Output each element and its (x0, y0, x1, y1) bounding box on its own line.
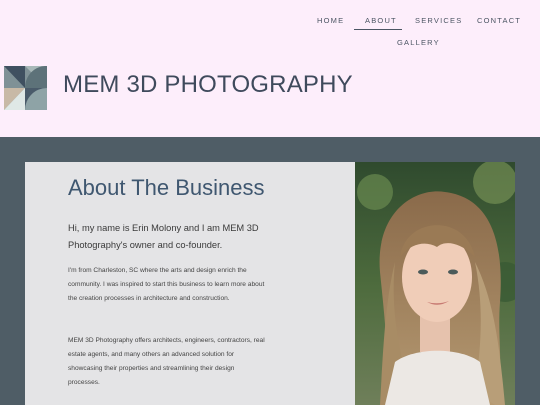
about-paragraph-1: I'm from Charleston, SC where the arts a… (68, 267, 265, 302)
owner-portrait-photo (355, 162, 515, 405)
nav-contact[interactable]: CONTACT (477, 16, 521, 25)
site-header: HOME ABOUT SERVICES CONTACT GALLERY MEM … (0, 0, 540, 137)
about-lead: Hi, my name is Erin Molony and I am MEM … (68, 223, 259, 250)
nav-gallery[interactable]: GALLERY (397, 38, 440, 47)
nav-home[interactable]: HOME (317, 16, 344, 25)
brand-name[interactable]: MEM 3D PHOTOGRAPHY (63, 71, 353, 99)
nav-about[interactable]: ABOUT (365, 16, 397, 25)
about-title: About The Business (68, 175, 265, 200)
about-paragraph-2: MEM 3D Photography offers architects, en… (68, 337, 265, 386)
nav-services[interactable]: SERVICES (415, 16, 462, 25)
nav-active-indicator (354, 29, 402, 30)
geometric-logo-icon[interactable] (4, 65, 47, 110)
